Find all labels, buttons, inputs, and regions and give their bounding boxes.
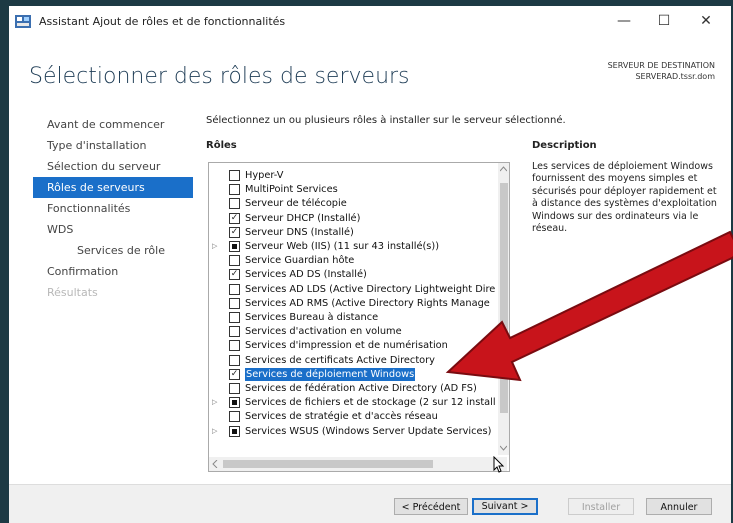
role-row[interactable]: Services de certificats Active Directory <box>209 354 497 367</box>
role-checkbox[interactable] <box>229 283 240 295</box>
roles-list[interactable]: Hyper-V MultiPoint Services Serveur de tél… <box>208 162 510 472</box>
role-checkbox[interactable] <box>229 425 240 437</box>
role-label: Services WSUS (Windows Server Update Ser… <box>245 425 492 437</box>
scroll-up-icon[interactable] <box>500 166 507 172</box>
instruction-text: Sélectionnez un ou plusieurs rôles à ins… <box>206 115 566 126</box>
destination-name: SERVERAD.tssr.dom <box>635 72 715 81</box>
role-row[interactable]: ✓ Serveur DHCP (Installé) <box>209 212 497 225</box>
role-checkbox[interactable] <box>229 397 240 409</box>
role-checkbox[interactable] <box>229 255 240 267</box>
role-label: Services AD LDS (Active Directory Lightw… <box>245 283 496 295</box>
maximize-button[interactable]: ☐ <box>647 10 681 32</box>
previous-button[interactable]: < Précédent <box>394 498 468 515</box>
role-checkbox[interactable] <box>229 241 240 252</box>
role-checkbox[interactable] <box>229 184 240 196</box>
role-label: Services de stratégie et d'accès réseau <box>245 411 438 423</box>
role-row[interactable]: Services d'impression et de numérisation <box>209 339 497 352</box>
wizard-footer: < Précédent Suivant > Installer Annuler <box>9 484 731 523</box>
roles-header: Rôles <box>206 140 237 151</box>
role-row[interactable]: ▷ Services de fichiers et de stockage (2 … <box>209 396 497 409</box>
expand-arrow-icon[interactable]: ▷ <box>212 425 220 438</box>
horizontal-scroll-thumb[interactable] <box>223 460 433 468</box>
role-label: Hyper-V <box>245 170 284 181</box>
role-label: Services Bureau à distance <box>245 312 379 323</box>
role-row[interactable]: Service Guardian hôte <box>209 254 497 267</box>
role-checkbox[interactable] <box>229 297 240 309</box>
description-text: Les services de déploiement Windows four… <box>532 161 717 235</box>
role-label: Services d'activation en volume <box>245 326 402 338</box>
wizard-steps: Avant de commencer Type d'installation Sél… <box>33 114 193 303</box>
role-label: Services AD RMS (Active Directory Rights… <box>245 297 490 309</box>
nav-step[interactable]: Services de rôle <box>33 240 193 261</box>
window-title: Assistant Ajout de rôles et de fonctionn… <box>39 15 286 28</box>
role-checkbox[interactable]: ✓ <box>229 269 240 281</box>
role-checkbox[interactable] <box>229 198 240 210</box>
role-row[interactable]: Services AD LDS (Active Directory Lightw… <box>209 283 497 296</box>
nav-step[interactable]: Sélection du serveur <box>33 156 193 177</box>
role-checkbox[interactable]: ✓ <box>229 226 240 238</box>
scroll-left-icon[interactable] <box>212 460 218 468</box>
role-checkbox[interactable] <box>229 383 240 394</box>
nav-step[interactable]: Résultats <box>33 282 193 303</box>
role-label: Serveur Web (IIS) (11 sur 43 installé(s)… <box>245 241 440 252</box>
role-label: Services de fédération Active Directory … <box>245 383 477 394</box>
role-row[interactable]: Services de stratégie et d'accès réseau <box>209 410 497 423</box>
role-checkbox[interactable]: ✓ <box>229 212 240 224</box>
destination-server: SERVEUR DE DESTINATION SERVERAD.tssr.dom <box>608 60 715 82</box>
role-row[interactable]: Serveur de télécopie <box>209 197 497 210</box>
wizard-window: Assistant Ajout de rôles et de fonctionn… <box>9 6 731 523</box>
role-label: Service Guardian hôte <box>245 255 355 267</box>
role-checkbox[interactable] <box>229 340 240 352</box>
nav-step[interactable]: Avant de commencer <box>33 114 193 135</box>
role-row[interactable]: Hyper-V <box>209 169 497 182</box>
role-checkbox[interactable] <box>229 411 240 423</box>
role-label: Services de fichiers et de stockage (2 s… <box>245 397 496 409</box>
install-button[interactable]: Installer <box>568 498 634 515</box>
nav-step[interactable]: Fonctionnalités <box>33 198 193 219</box>
role-label: Services de certificats Active Directory <box>245 354 435 366</box>
server-manager-icon <box>15 15 31 28</box>
role-checkbox[interactable]: ✓ <box>229 368 240 380</box>
role-row[interactable]: Services d'activation en volume <box>209 325 497 338</box>
close-button[interactable]: ✕ <box>689 10 723 32</box>
title-bar: Assistant Ajout de rôles et de fonctionn… <box>9 6 731 36</box>
role-row[interactable]: ▷ Services WSUS (Windows Server Update Se… <box>209 425 497 438</box>
role-label: MultiPoint Services <box>245 184 338 196</box>
cancel-button[interactable]: Annuler <box>646 498 712 515</box>
role-checkbox[interactable] <box>229 312 240 323</box>
role-checkbox[interactable] <box>229 354 240 366</box>
expand-arrow-icon[interactable]: ▷ <box>212 396 220 409</box>
destination-label: SERVEUR DE DESTINATION <box>607 61 715 70</box>
role-checkbox[interactable] <box>229 326 240 338</box>
nav-step[interactable]: WDS <box>33 219 193 240</box>
role-row[interactable]: ✓ Services AD DS (Installé) <box>209 268 497 281</box>
page-title: Sélectionner des rôles de serveurs <box>29 64 410 89</box>
scroll-down-icon[interactable] <box>500 445 507 451</box>
description-header: Description <box>532 140 597 151</box>
role-label: Services de déploiement Windows <box>245 367 416 381</box>
role-label: Services d'impression et de numérisation <box>245 340 448 352</box>
nav-step[interactable]: Type d'installation <box>33 135 193 156</box>
role-label: Serveur de télécopie <box>245 198 347 210</box>
vertical-scrollbar[interactable] <box>498 163 509 455</box>
nav-step[interactable]: Rôles de serveurs <box>33 177 193 198</box>
role-checkbox[interactable] <box>229 170 240 181</box>
role-label: Services AD DS (Installé) <box>245 269 367 281</box>
expand-arrow-icon[interactable]: ▷ <box>212 240 220 253</box>
role-row[interactable]: Services Bureau à distance <box>209 311 497 324</box>
role-label: Serveur DHCP (Installé) <box>245 212 361 224</box>
role-row[interactable]: ✓ Serveur DNS (Installé) <box>209 226 497 239</box>
vertical-scroll-thumb[interactable] <box>500 183 508 413</box>
role-row[interactable]: Services de fédération Active Directory … <box>209 382 497 395</box>
next-button[interactable]: Suivant > <box>472 498 538 515</box>
nav-step[interactable]: Confirmation <box>33 261 193 282</box>
role-row[interactable]: MultiPoint Services <box>209 183 497 196</box>
horizontal-scrollbar[interactable] <box>209 457 507 471</box>
minimize-button[interactable]: — <box>607 10 641 32</box>
mouse-cursor-icon <box>493 456 505 473</box>
role-row[interactable]: Services AD RMS (Active Directory Rights… <box>209 297 497 310</box>
role-row[interactable]: ✓ Services de déploiement Windows <box>209 367 497 381</box>
role-row[interactable]: ▷ Serveur Web (IIS) (11 sur 43 installé(s… <box>209 240 497 253</box>
role-label: Serveur DNS (Installé) <box>245 226 354 238</box>
